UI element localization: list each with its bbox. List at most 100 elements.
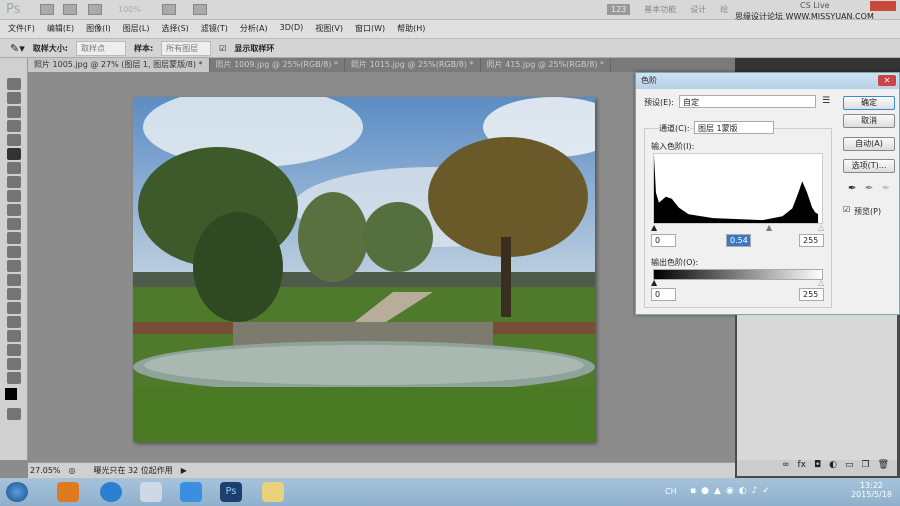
path-select-tool-icon[interactable] <box>7 302 21 314</box>
auto-button[interactable]: 自动(A) <box>843 137 895 151</box>
marquee-tool-icon[interactable] <box>7 92 21 104</box>
start-button[interactable] <box>6 482 28 502</box>
menu-help[interactable]: 帮助(H) <box>397 23 425 35</box>
view-extras-icon[interactable] <box>88 4 102 15</box>
bridge-icon[interactable] <box>40 4 54 15</box>
delete-layer-icon[interactable]: 🗑 <box>878 460 889 476</box>
workspace-design[interactable]: 设计 <box>690 4 706 15</box>
tab-photo-1009[interactable]: 照片 1009.jpg @ 25%(RGB/8) * <box>210 58 346 72</box>
tools-panel <box>0 58 28 460</box>
zoom-tool-icon[interactable] <box>7 372 21 384</box>
menu-3d[interactable]: 3D(D) <box>280 23 304 35</box>
new-layer-icon[interactable]: ❐ <box>861 460 869 476</box>
menu-edit[interactable]: 编辑(E) <box>47 23 74 35</box>
output-black-field[interactable]: 0 <box>651 288 676 301</box>
zoom-level-select[interactable]: 100% <box>118 5 141 14</box>
type-tool-icon[interactable] <box>7 288 21 300</box>
sample-size-select[interactable]: 取样点 <box>75 40 126 56</box>
window-close-button[interactable] <box>870 1 896 11</box>
photoshop-taskbar-icon[interactable]: Ps <box>220 482 242 502</box>
status-info[interactable]: 曝光只在 32 位起作用 <box>94 465 173 476</box>
media-player-icon[interactable] <box>57 482 79 502</box>
eraser-tool-icon[interactable] <box>7 218 21 230</box>
input-white-field[interactable]: 255 <box>799 234 824 247</box>
3d-orbit-tool-icon[interactable] <box>7 344 21 356</box>
menu-layer[interactable]: 图层(L) <box>123 23 150 35</box>
zoom-field[interactable]: 27.05% <box>30 466 61 475</box>
new-group-icon[interactable]: ▭ <box>845 460 854 476</box>
history-brush-tool-icon[interactable] <box>7 204 21 216</box>
foreground-color-swatch[interactable] <box>5 388 17 400</box>
cancel-button[interactable]: 取消 <box>843 114 895 128</box>
menu-view[interactable]: 视图(V) <box>315 23 343 35</box>
white-eyedropper-icon[interactable]: ✒ <box>882 183 890 194</box>
move-tool-icon[interactable] <box>7 78 21 90</box>
blur-tool-icon[interactable] <box>7 246 21 258</box>
add-mask-icon[interactable]: ◘ <box>814 460 821 476</box>
channel-select[interactable]: 图层 1蒙版 <box>694 121 774 134</box>
dodge-tool-icon[interactable] <box>7 260 21 272</box>
input-black-slider[interactable]: ▲ <box>651 223 657 232</box>
output-black-slider[interactable]: ▲ <box>651 278 657 287</box>
options-button[interactable]: 选项(T)... <box>843 159 895 173</box>
healing-brush-tool-icon[interactable] <box>7 162 21 174</box>
menu-filter[interactable]: 滤镜(T) <box>201 23 228 35</box>
minibridge-icon[interactable] <box>63 4 77 15</box>
input-white-slider[interactable]: △ <box>818 223 824 232</box>
preset-select[interactable]: 自定 <box>679 95 816 108</box>
clock[interactable]: 13:22 2015/5/18 <box>851 481 892 499</box>
quick-mask-icon[interactable] <box>7 408 21 420</box>
preset-options-icon[interactable]: ☰ <box>822 96 830 106</box>
eyedropper-tool-icon[interactable] <box>7 148 21 160</box>
menu-image[interactable]: 图像(I) <box>86 23 111 35</box>
adjustment-layer-icon[interactable]: ◐ <box>829 460 837 476</box>
menu-window[interactable]: 窗口(W) <box>355 23 385 35</box>
sample-select[interactable]: 所有图层 <box>161 40 212 56</box>
lasso-tool-icon[interactable] <box>7 106 21 118</box>
workspace-badge[interactable]: 123 <box>607 4 631 15</box>
black-eyedropper-icon[interactable]: ✒ <box>848 183 856 194</box>
show-ring-checkbox[interactable]: ☑ <box>219 44 226 53</box>
workspace-painting[interactable]: 绘 <box>720 4 728 15</box>
baidu-cloud-icon[interactable] <box>180 482 202 502</box>
menu-select[interactable]: 选择(S) <box>161 23 188 35</box>
menu-file[interactable]: 文件(F) <box>8 23 35 35</box>
3d-rotate-tool-icon[interactable] <box>7 330 21 342</box>
output-white-slider[interactable]: △ <box>818 278 824 287</box>
clock-time: 13:22 <box>859 481 884 490</box>
pen-tool-icon[interactable] <box>7 274 21 286</box>
status-menu-arrow-icon[interactable]: ▶ <box>181 466 187 475</box>
gradient-tool-icon[interactable] <box>7 232 21 244</box>
brush-tool-icon[interactable] <box>7 176 21 188</box>
input-gamma-slider[interactable]: ▲ <box>766 223 772 232</box>
search-app-icon[interactable] <box>140 482 162 502</box>
arrange-documents-icon[interactable] <box>162 4 176 15</box>
input-black-field[interactable]: 0 <box>651 234 676 247</box>
clone-stamp-tool-icon[interactable] <box>7 190 21 202</box>
document-canvas-photo[interactable] <box>133 97 595 442</box>
output-white-field[interactable]: 255 <box>799 288 824 301</box>
quick-select-tool-icon[interactable] <box>7 120 21 132</box>
screen-mode-icon[interactable] <box>193 4 207 15</box>
ok-button[interactable]: 确定 <box>843 96 895 110</box>
crop-tool-icon[interactable] <box>7 134 21 146</box>
layer-style-icon[interactable]: fx <box>797 460 806 476</box>
sogou-icon[interactable] <box>100 482 122 502</box>
hand-tool-icon[interactable] <box>7 358 21 370</box>
cs-live-button[interactable]: CS Live <box>800 1 830 10</box>
eyedropper-tool-preset-icon[interactable]: ✎▾ <box>10 42 25 55</box>
tray-icons[interactable]: ▪●▲◉◐♪✓ <box>690 486 775 496</box>
link-layers-icon[interactable]: ∞ <box>782 460 790 476</box>
explorer-icon[interactable] <box>262 482 284 502</box>
gray-eyedropper-icon[interactable]: ✒ <box>865 183 873 194</box>
tab-photo-1005[interactable]: 照片 1005.jpg @ 27% (图层 1, 图层蒙版/8) * <box>28 58 210 72</box>
shape-tool-icon[interactable] <box>7 316 21 328</box>
dialog-close-button[interactable]: ✕ <box>878 75 896 86</box>
tab-photo-1015[interactable]: 照片 1015.jpg @ 25%(RGB/8) * <box>345 58 481 72</box>
input-gamma-field[interactable]: 0.54 <box>726 234 751 247</box>
preview-checkbox[interactable]: ☑ <box>843 205 850 214</box>
menu-analysis[interactable]: 分析(A) <box>240 23 268 35</box>
language-indicator[interactable]: CH <box>665 487 677 496</box>
tab-photo-415[interactable]: 照片 415.jpg @ 25%(RGB/8) * <box>481 58 611 72</box>
workspace-essentials[interactable]: 基本功能 <box>644 4 676 15</box>
